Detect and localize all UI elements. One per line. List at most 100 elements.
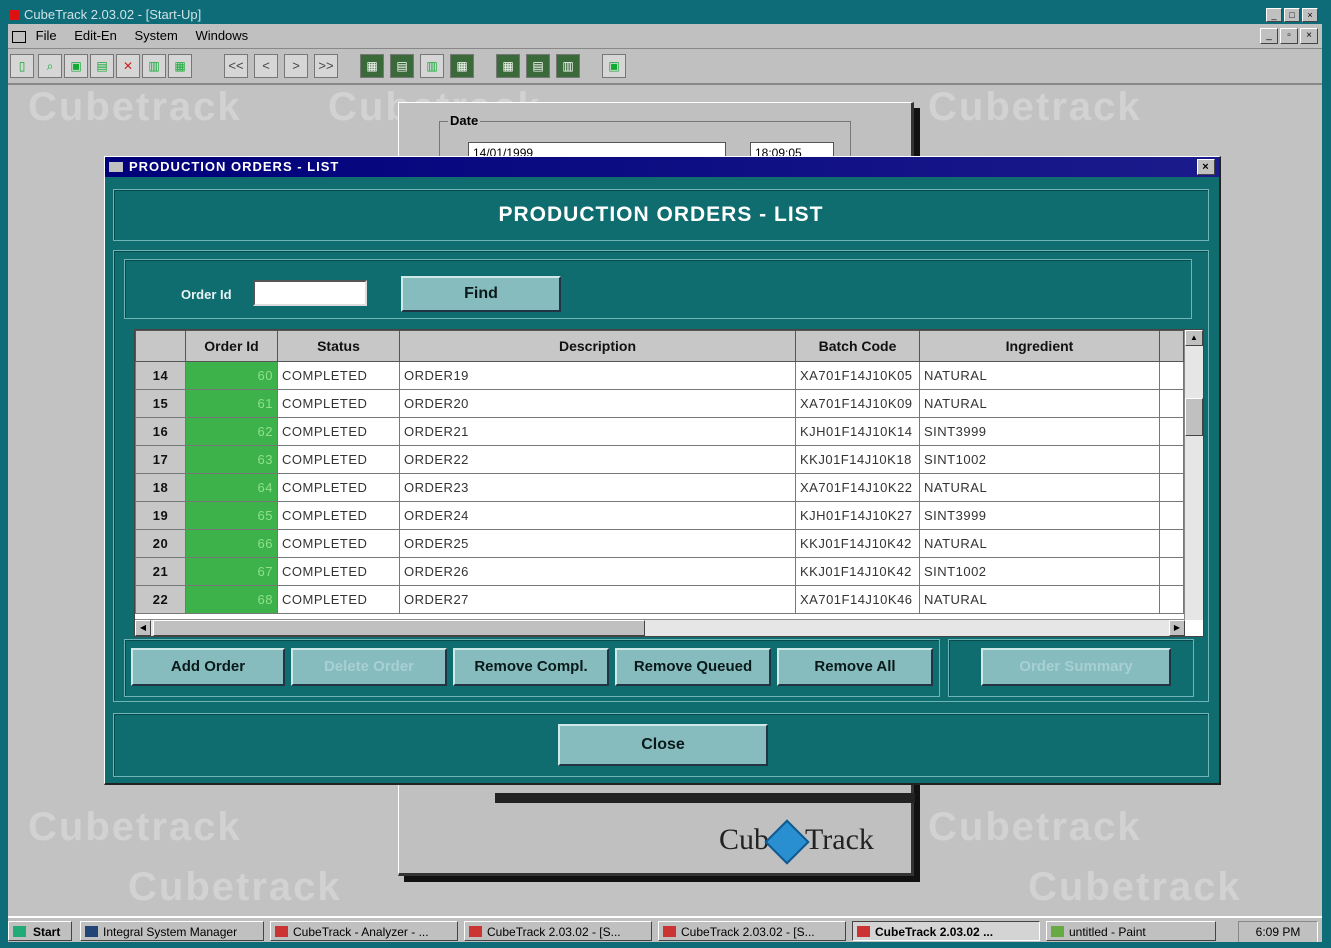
calculator-icon[interactable]: ▣ xyxy=(602,54,626,78)
description-cell[interactable]: ORDER27 xyxy=(399,585,796,614)
status-cell[interactable]: COMPLETED xyxy=(277,389,400,418)
status-cell[interactable]: COMPLETED xyxy=(277,417,400,446)
description-cell[interactable]: ORDER22 xyxy=(399,445,796,474)
description-cell[interactable]: ORDER21 xyxy=(399,417,796,446)
add-order-button[interactable]: Add Order xyxy=(131,648,285,686)
menu-windows[interactable]: Windows xyxy=(195,24,248,48)
print-preview-icon[interactable]: ▥ xyxy=(142,54,166,78)
status-cell[interactable]: COMPLETED xyxy=(277,529,400,558)
taskbar-item[interactable]: CubeTrack - Analyzer - ... xyxy=(270,921,458,941)
view-grid-icon[interactable]: ▦ xyxy=(496,54,520,78)
close-icon[interactable]: × xyxy=(1302,8,1318,22)
column-header-status[interactable]: Status xyxy=(277,330,400,362)
search-icon[interactable]: ⌕ xyxy=(38,54,62,78)
order-id-cell[interactable]: 66 xyxy=(185,529,278,558)
description-cell[interactable]: ORDER19 xyxy=(399,361,796,390)
batch-code-cell[interactable]: KKJ01F14J10K18 xyxy=(795,445,920,474)
batch-code-cell[interactable]: XA701F14J10K05 xyxy=(795,361,920,390)
status-cell[interactable]: COMPLETED xyxy=(277,557,400,586)
taskbar-item[interactable]: CubeTrack 2.03.02 - [S... xyxy=(464,921,652,941)
module-report-icon[interactable]: ▥ xyxy=(420,54,444,78)
orders-grid[interactable]: Order Id Status Description Batch Code I… xyxy=(134,329,1204,637)
description-cell[interactable]: ORDER26 xyxy=(399,557,796,586)
view-chart-icon[interactable]: ▤ xyxy=(526,54,550,78)
last-record-icon[interactable]: >> xyxy=(314,54,338,78)
dialog-close-icon[interactable]: × xyxy=(1197,159,1215,175)
table-row[interactable]: 14 60 COMPLETED ORDER19 XA701F14J10K05 NATURA… xyxy=(135,361,1184,390)
order-id-cell[interactable]: 63 xyxy=(185,445,278,474)
ingredient-cell[interactable]: NATURAL xyxy=(919,529,1160,558)
save-icon[interactable]: ▣ xyxy=(64,54,88,78)
ingredient-cell[interactable]: SINT3999 xyxy=(919,501,1160,530)
row-number[interactable]: 14 xyxy=(135,361,186,390)
module-table-icon[interactable]: ▦ xyxy=(450,54,474,78)
horizontal-scrollbar[interactable]: ◀ ▶ xyxy=(135,619,1185,636)
next-record-icon[interactable]: > xyxy=(284,54,308,78)
menu-edit[interactable]: Edit-En xyxy=(74,24,117,48)
dialog-menu-icon[interactable] xyxy=(109,162,123,172)
scroll-up-icon[interactable]: ▲ xyxy=(1185,330,1203,346)
child-restore-icon[interactable]: ▫ xyxy=(1280,28,1298,44)
batch-code-cell[interactable]: KJH01F14J10K14 xyxy=(795,417,920,446)
row-number[interactable]: 15 xyxy=(135,389,186,418)
horizontal-scroll-thumb[interactable] xyxy=(153,620,645,636)
table-row[interactable]: 19 65 COMPLETED ORDER24 KJH01F14J10K27 SINT39… xyxy=(135,501,1184,530)
column-header-ingredient[interactable]: Ingredient xyxy=(919,330,1160,362)
menu-system[interactable]: System xyxy=(134,24,177,48)
ingredient-cell[interactable]: NATURAL xyxy=(919,389,1160,418)
module-list-icon[interactable]: ▤ xyxy=(390,54,414,78)
order-id-cell[interactable]: 60 xyxy=(185,361,278,390)
description-cell[interactable]: ORDER24 xyxy=(399,501,796,530)
column-header-batch-code[interactable]: Batch Code xyxy=(795,330,920,362)
order-id-input[interactable] xyxy=(253,280,367,306)
order-id-cell[interactable]: 68 xyxy=(185,585,278,614)
child-close-icon[interactable]: × xyxy=(1300,28,1318,44)
close-button[interactable]: Close xyxy=(558,724,768,766)
batch-code-cell[interactable]: KKJ01F14J10K42 xyxy=(795,557,920,586)
batch-code-cell[interactable]: KKJ01F14J10K42 xyxy=(795,529,920,558)
status-cell[interactable]: COMPLETED xyxy=(277,445,400,474)
taskbar-item[interactable]: CubeTrack 2.03.02 - [S... xyxy=(658,921,846,941)
order-id-cell[interactable]: 62 xyxy=(185,417,278,446)
description-cell[interactable]: ORDER25 xyxy=(399,529,796,558)
ingredient-cell[interactable]: SINT3999 xyxy=(919,417,1160,446)
properties-icon[interactable]: ▤ xyxy=(90,54,114,78)
scroll-thumb[interactable] xyxy=(1185,398,1203,436)
table-row[interactable]: 21 67 COMPLETED ORDER26 KKJ01F14J10K42 SINT10… xyxy=(135,557,1184,586)
taskbar-item[interactable]: untitled - Paint xyxy=(1046,921,1216,941)
status-cell[interactable]: COMPLETED xyxy=(277,585,400,614)
column-header-order-id[interactable]: Order Id xyxy=(185,330,278,362)
module-grid-icon[interactable]: ▦ xyxy=(360,54,384,78)
batch-code-cell[interactable]: XA701F14J10K46 xyxy=(795,585,920,614)
status-cell[interactable]: COMPLETED xyxy=(277,501,400,530)
taskbar-item-active[interactable]: CubeTrack 2.03.02 ... xyxy=(852,921,1040,941)
table-row[interactable]: 22 68 COMPLETED ORDER27 XA701F14J10K46 NATURA… xyxy=(135,585,1184,614)
row-number[interactable]: 17 xyxy=(135,445,186,474)
previous-record-icon[interactable]: < xyxy=(254,54,278,78)
table-row[interactable]: 16 62 COMPLETED ORDER21 KJH01F14J10K14 SINT39… xyxy=(135,417,1184,446)
view-table-icon[interactable]: ▥ xyxy=(556,54,580,78)
maximize-icon[interactable]: □ xyxy=(1284,8,1300,22)
order-id-cell[interactable]: 65 xyxy=(185,501,278,530)
ingredient-cell[interactable]: NATURAL xyxy=(919,473,1160,502)
row-number[interactable]: 19 xyxy=(135,501,186,530)
scroll-right-icon[interactable]: ▶ xyxy=(1169,620,1185,636)
delete-icon[interactable]: ✕ xyxy=(116,54,140,78)
description-cell[interactable]: ORDER20 xyxy=(399,389,796,418)
table-row[interactable]: 17 63 COMPLETED ORDER22 KKJ01F14J10K18 SINT10… xyxy=(135,445,1184,474)
document-icon[interactable] xyxy=(12,30,26,43)
column-header[interactable] xyxy=(135,330,186,362)
column-header-description[interactable]: Description xyxy=(399,330,796,362)
row-number[interactable]: 21 xyxy=(135,557,186,586)
row-number[interactable]: 20 xyxy=(135,529,186,558)
table-row[interactable]: 18 64 COMPLETED ORDER23 XA701F14J10K22 NATURA… xyxy=(135,473,1184,502)
ingredient-cell[interactable]: SINT1002 xyxy=(919,557,1160,586)
batch-code-cell[interactable]: KJH01F14J10K27 xyxy=(795,501,920,530)
row-number[interactable]: 22 xyxy=(135,585,186,614)
ingredient-cell[interactable]: NATURAL xyxy=(919,361,1160,390)
row-number[interactable]: 18 xyxy=(135,473,186,502)
remove-queued-button[interactable]: Remove Queued xyxy=(615,648,771,686)
batch-code-cell[interactable]: XA701F14J10K22 xyxy=(795,473,920,502)
first-record-icon[interactable]: << xyxy=(224,54,248,78)
vertical-scrollbar[interactable]: ▲ xyxy=(1184,330,1203,620)
